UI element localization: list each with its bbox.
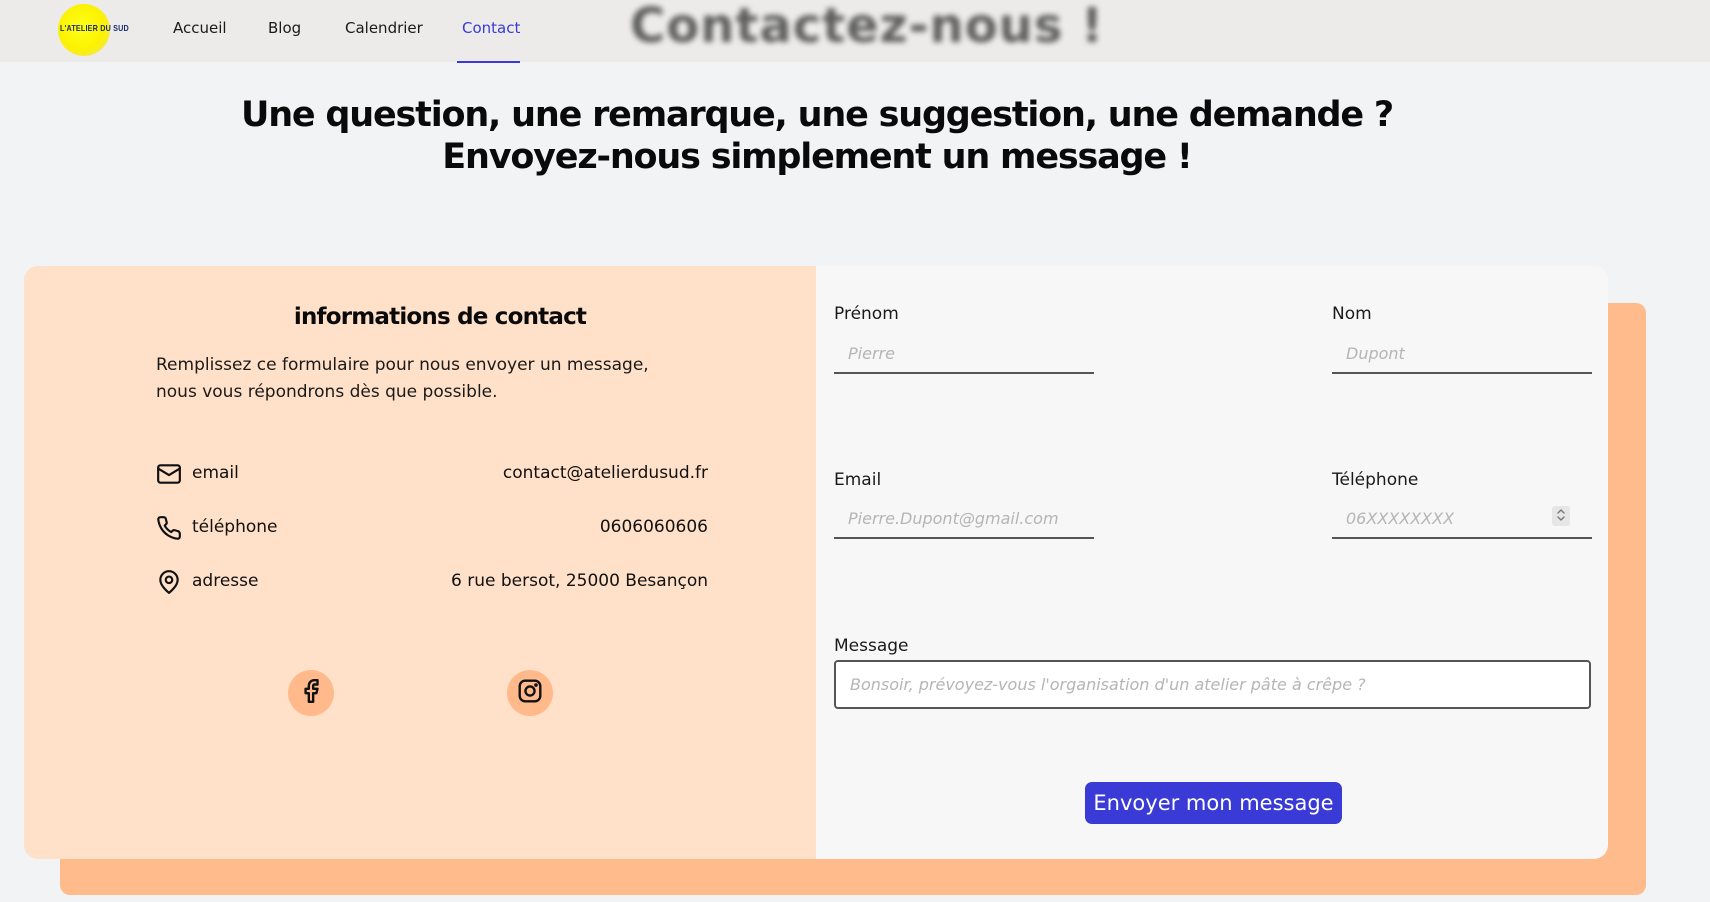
nom-label: Nom [1332, 304, 1372, 324]
contact-card: informations de contact Remplissez ce fo… [24, 266, 1608, 859]
headline-line-2: Envoyez-nous simplement un message ! [442, 137, 1193, 177]
top-navbar: L'ATELIER DU SUD Accueil Blog Calendrier… [0, 0, 1710, 63]
email-label: Email [834, 470, 882, 490]
nav-link-calendrier[interactable]: Calendrier [345, 19, 423, 37]
send-message-button[interactable]: Envoyer mon message [1085, 782, 1342, 824]
info-description: Remplissez ce formulaire pour nous envoy… [156, 355, 649, 402]
info-title: informations de contact [293, 304, 587, 330]
contact-info-panel: informations de contact Remplissez ce fo… [24, 266, 816, 859]
nav-link-contact[interactable]: Contact [462, 19, 520, 37]
contact-label: email [192, 463, 239, 483]
message-input[interactable] [834, 660, 1591, 709]
contact-label: adresse [192, 571, 259, 591]
map-pin-icon [156, 569, 182, 595]
nav-link-accueil[interactable]: Accueil [173, 19, 227, 37]
page-headline: Une question, une remarque, une suggesti… [0, 94, 1634, 178]
contact-row-address: adresse 6 rue bersot, 25000 Besançon [156, 567, 708, 597]
spinner-chevrons-icon [1556, 507, 1566, 526]
headline-line-1: Une question, une remarque, une suggesti… [240, 95, 1394, 135]
logo-text: L'ATELIER DU SUD [60, 23, 129, 33]
message-label: Message [834, 636, 909, 656]
email-input[interactable] [834, 499, 1094, 539]
contact-row-email: email contact@atelierdusud.fr [156, 459, 708, 489]
mail-icon [156, 461, 182, 487]
contact-row-phone: téléphone 0606060606 [156, 513, 708, 543]
nav-link-blog[interactable]: Blog [268, 19, 301, 37]
phone-icon [156, 515, 182, 541]
contact-label: téléphone [192, 517, 278, 537]
active-nav-indicator [457, 61, 520, 63]
contact-form: Prénom Nom Email Téléphone Message Envoy… [816, 266, 1608, 859]
blurred-page-title: Contactez-nous ! [630, 0, 1105, 54]
facebook-link[interactable] [288, 670, 334, 716]
telephone-label: Téléphone [1332, 470, 1419, 490]
facebook-icon [298, 678, 324, 708]
prenom-input[interactable] [834, 334, 1094, 374]
nom-input[interactable] [1332, 334, 1592, 374]
contact-value-email[interactable]: contact@atelierdusud.fr [503, 463, 708, 483]
number-spinner[interactable] [1552, 506, 1570, 526]
instagram-link[interactable] [507, 670, 553, 716]
instagram-icon [517, 678, 543, 708]
site-logo[interactable]: L'ATELIER DU SUD [58, 4, 129, 56]
prenom-label: Prénom [834, 304, 899, 324]
contact-value-phone[interactable]: 0606060606 [600, 517, 708, 537]
contact-value-address: 6 rue bersot, 25000 Besançon [451, 571, 708, 591]
